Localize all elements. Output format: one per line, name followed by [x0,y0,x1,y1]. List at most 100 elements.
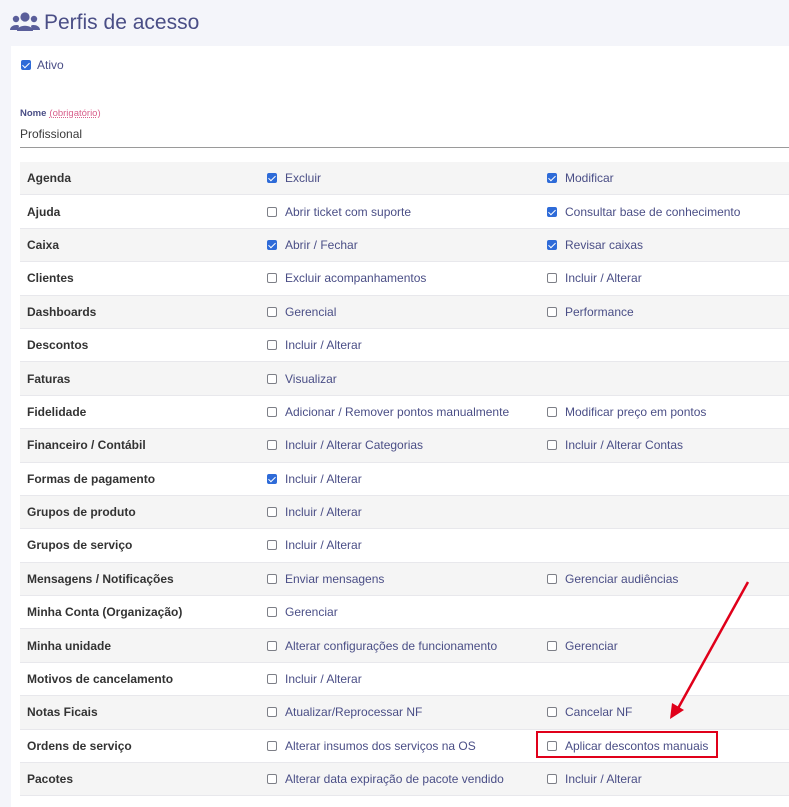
permission-checkbox[interactable] [267,340,277,351]
permission-label: Incluir / Alterar Contas [565,438,684,453]
permission-checkbox[interactable] [267,440,277,451]
permission-option[interactable]: Gerenciar [267,605,338,619]
ativo-toggle[interactable]: Ativo [21,58,64,72]
permission-label: Modificar preço em pontos [565,404,707,419]
permission-checkbox[interactable] [267,674,277,685]
permission-option[interactable]: Gerencial [267,305,336,319]
permission-option[interactable]: Enviar mensagens [267,572,384,586]
ativo-checkbox[interactable] [21,60,31,70]
module-label: Dashboards [27,304,97,319]
permission-label: Gerenciar [565,638,618,653]
permission-option[interactable]: Alterar data expiração de pacote vendido [267,772,504,786]
permission-checkbox[interactable] [267,473,277,484]
permission-checkbox[interactable] [267,640,277,651]
table-row: Minha Conta (Organização) Gerenciar [20,596,789,630]
permission-option[interactable]: Performance [547,305,634,319]
module-label: Minha Conta (Organização) [27,605,183,620]
table-row: Minha unidade Alterar configurações de fu… [20,629,789,663]
permission-label: Alterar insumos dos serviços na OS [285,738,476,753]
nome-input[interactable]: Profissional [20,127,82,141]
module-label: Mensagens / Notificações [27,571,174,586]
module-label: Pacotes [27,772,74,787]
permission-label: Incluir / Alterar Categorias [285,438,424,453]
permission-checkbox[interactable] [547,206,557,217]
permission-checkbox[interactable] [547,440,557,451]
permission-option[interactable]: Cancelar NF [547,705,632,719]
permission-checkbox[interactable] [267,206,277,217]
module-label: Fidelidade [27,404,87,419]
permission-label: Incluir / Alterar [285,338,362,353]
permission-checkbox[interactable] [547,306,557,317]
permission-checkbox[interactable] [547,707,557,718]
permission-label: Incluir / Alterar [285,505,362,520]
permission-option[interactable]: Abrir / Fechar [267,238,358,252]
permission-checkbox[interactable] [267,373,277,384]
permission-option[interactable]: Incluir / Alterar Categorias [267,438,423,452]
permission-label: Abrir ticket com suporte [285,204,412,219]
permission-checkbox[interactable] [267,173,277,184]
permission-label: Abrir / Fechar [285,237,358,252]
permission-option[interactable]: Adicionar / Remover pontos manualmente [267,405,509,419]
permission-option[interactable]: Incluir / Alterar [267,338,362,352]
permission-checkbox[interactable] [267,607,277,618]
permission-option[interactable]: Incluir / Alterar [267,505,362,519]
table-row: Financeiro / Contábil Incluir / Alterar C… [20,429,789,463]
module-label: Ordens de serviço [27,738,132,753]
permission-option[interactable]: Gerenciar audiências [547,572,678,586]
permission-option[interactable]: Abrir ticket com suporte [267,205,411,219]
permission-option[interactable]: Incluir / Alterar [547,772,642,786]
permission-option[interactable]: Alterar insumos dos serviços na OS [267,739,476,753]
permission-checkbox[interactable] [547,640,557,651]
permission-option[interactable]: Modificar preço em pontos [547,405,706,419]
permission-checkbox[interactable] [547,573,557,584]
permission-checkbox[interactable] [547,774,557,785]
module-label: Caixa [27,237,60,252]
permission-option[interactable]: Alterar configurações de funcionamento [267,639,497,653]
table-row: Dashboards Gerencial Performance [20,295,789,329]
permission-option[interactable]: Modificar [547,171,614,185]
table-row: Pacotes Alterar data expiração de pacote … [20,763,789,797]
permission-option[interactable]: Incluir / Alterar [267,472,362,486]
permission-checkbox[interactable] [547,173,557,184]
permission-checkbox[interactable] [267,540,277,551]
permission-label: Visualizar [285,371,337,386]
module-label: Minha unidade [27,638,111,653]
permission-option[interactable]: Excluir [267,171,321,185]
nome-input-underline [20,147,789,148]
permission-option[interactable]: Visualizar [267,372,337,386]
permission-option[interactable]: Incluir / Alterar [267,672,362,686]
ativo-label: Ativo [37,58,64,72]
permission-checkbox[interactable] [267,740,277,751]
permission-checkbox[interactable] [547,273,557,284]
permission-option[interactable]: Consultar base de conhecimento [547,205,740,219]
permission-option[interactable]: Revisar caixas [547,238,643,252]
module-label: Agenda [27,171,72,186]
table-row: Formas de pagamento Incluir / Alterar [20,463,789,496]
permission-checkbox[interactable] [267,774,277,785]
permission-checkbox[interactable] [267,573,277,584]
permission-checkbox[interactable] [267,306,277,317]
table-row: Ajuda Abrir ticket com suporte Consultar b… [20,195,789,229]
permission-option[interactable]: Gerenciar [547,639,618,653]
table-row: Agenda Excluir Modificar [20,162,789,196]
module-label: Grupos de produto [27,505,136,520]
required-marker: (obrigatório) [49,108,101,119]
module-label: Descontos [27,338,89,353]
permission-checkbox[interactable] [267,273,277,284]
permission-option[interactable]: Incluir / Alterar [547,271,642,285]
profile-form: Ativo Nome (obrigatório) Profissional Age… [11,46,789,807]
permission-checkbox[interactable] [267,507,277,518]
permission-checkbox[interactable] [267,707,277,718]
permission-checkbox[interactable] [267,239,277,250]
permission-label: Revisar caixas [565,237,644,252]
permission-option[interactable]: Excluir acompanhamentos [267,271,426,285]
permission-checkbox[interactable] [267,406,277,417]
permission-label: Adicionar / Remover pontos manualmente [285,404,510,419]
permission-checkbox[interactable] [547,406,557,417]
permission-option[interactable]: Incluir / Alterar Contas [547,438,683,452]
permission-option[interactable]: Atualizar/Reprocessar NF [267,705,422,719]
module-label: Faturas [27,371,71,386]
permission-option[interactable]: Incluir / Alterar [267,538,362,552]
table-row: Caixa Abrir / Fechar Revisar caixas [20,228,789,263]
permission-checkbox[interactable] [547,239,557,250]
